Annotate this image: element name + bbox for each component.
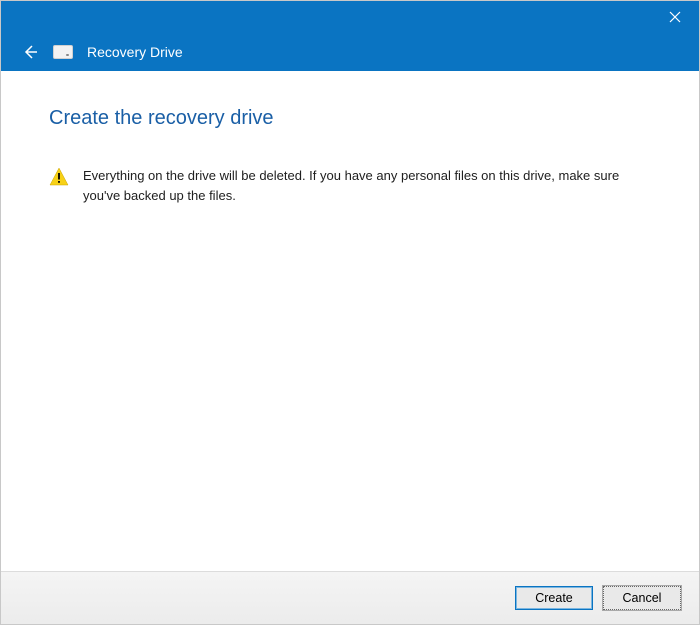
recovery-drive-wizard: Recovery Drive Create the recovery drive… [0,0,700,625]
warning-icon [49,167,69,187]
close-button[interactable] [651,1,699,33]
footer: Create Cancel [1,571,699,624]
back-arrow-icon [22,44,38,60]
warning-text: Everything on the drive will be deleted.… [83,166,623,205]
content-area: Create the recovery drive Everything on … [1,71,699,571]
cancel-button[interactable]: Cancel [603,586,681,610]
back-button[interactable] [21,43,39,61]
page-heading: Create the recovery drive [49,107,651,130]
warning-row: Everything on the drive will be deleted.… [49,166,651,205]
titlebar-inner: Recovery Drive [21,43,183,61]
close-icon [669,11,681,23]
drive-icon [53,45,73,59]
window-title: Recovery Drive [87,44,183,60]
titlebar: Recovery Drive [1,1,699,71]
create-button[interactable]: Create [515,586,593,610]
